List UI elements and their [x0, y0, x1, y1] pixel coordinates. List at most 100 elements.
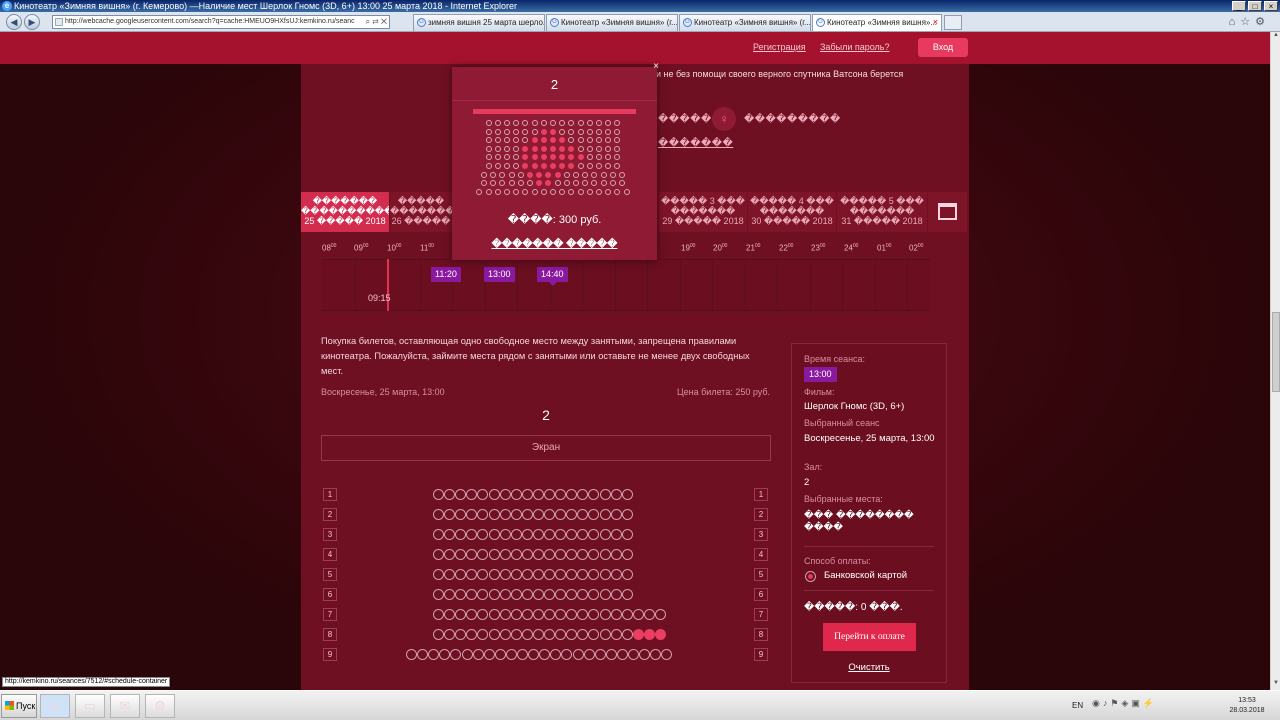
date-tab-active[interactable]: ������� ����������� 25 ����� 2018 — [301, 192, 389, 232]
seat-taken[interactable] — [655, 629, 666, 640]
seat[interactable] — [616, 649, 628, 660]
seat[interactable] — [621, 489, 633, 500]
seat[interactable] — [532, 629, 544, 640]
seat[interactable] — [544, 569, 555, 580]
forgot-password-link[interactable]: Забыли пароль? — [820, 42, 889, 52]
seat[interactable] — [621, 509, 633, 520]
seat[interactable] — [572, 649, 584, 660]
seat[interactable] — [499, 529, 511, 540]
seat[interactable] — [621, 549, 633, 560]
seat[interactable] — [510, 529, 522, 540]
seat[interactable] — [544, 589, 555, 600]
seat[interactable] — [510, 489, 522, 500]
seat[interactable] — [544, 489, 555, 500]
home-icon[interactable]: ⌂☆⚙ — [1229, 15, 1270, 28]
seat[interactable] — [610, 629, 622, 640]
seat[interactable] — [488, 529, 500, 540]
seat[interactable] — [521, 589, 533, 600]
seat[interactable] — [433, 609, 444, 620]
seat[interactable] — [521, 529, 533, 540]
start-button[interactable]: Пуск — [1, 694, 37, 718]
seat[interactable] — [621, 589, 633, 600]
close-icon[interactable]: × — [653, 61, 659, 72]
seat[interactable] — [499, 629, 511, 640]
seat[interactable] — [499, 489, 511, 500]
language-indicator[interactable]: EN — [1072, 701, 1083, 710]
seat[interactable] — [499, 549, 511, 560]
seat[interactable] — [610, 589, 622, 600]
seat[interactable] — [621, 529, 633, 540]
seat[interactable] — [544, 629, 555, 640]
clear-link[interactable]: Очистить — [792, 662, 946, 673]
scroll-up-icon[interactable]: ▲ — [1272, 32, 1280, 42]
outlook-icon[interactable]: ✉ — [110, 694, 140, 718]
seat[interactable] — [610, 509, 622, 520]
date-tab[interactable]: ����� 5 ��� ������� 31 ����� 2018 — [837, 192, 927, 232]
pay-button[interactable]: Перейти к оплате — [823, 623, 916, 651]
seat[interactable] — [532, 609, 544, 620]
seat[interactable] — [599, 549, 611, 560]
address-bar[interactable]: http://webcache.googleusercontent.com/se… — [52, 15, 390, 29]
seat[interactable] — [599, 509, 611, 520]
seat[interactable] — [499, 589, 511, 600]
register-link[interactable]: Регистрация — [753, 42, 806, 52]
seat[interactable] — [621, 629, 633, 640]
tools-icon[interactable]: ⚙ — [145, 694, 175, 718]
seat[interactable] — [472, 649, 484, 660]
seat[interactable] — [521, 489, 533, 500]
seat[interactable] — [532, 529, 544, 540]
seat[interactable] — [517, 649, 528, 660]
folder-icon[interactable]: ▭ — [75, 694, 105, 718]
seat[interactable] — [510, 589, 522, 600]
session-button[interactable]: 13:00 — [484, 267, 515, 282]
seat[interactable] — [521, 609, 533, 620]
seat[interactable] — [583, 649, 595, 660]
seat[interactable] — [599, 489, 611, 500]
date-tab[interactable]: ����� 3 ��� ������� 29 ����� 2018 — [659, 192, 747, 232]
seat[interactable] — [488, 629, 500, 640]
seat[interactable] — [632, 609, 644, 620]
seat[interactable] — [532, 489, 544, 500]
browser-tab[interactable]: Gзимняя вишня 25 марта шерло... — [413, 14, 545, 31]
session-button-selected[interactable]: 14:40 — [537, 267, 568, 286]
forward-icon[interactable]: ▶ — [24, 14, 40, 30]
seat[interactable] — [628, 649, 639, 660]
date-tab[interactable]: ����� ��������� 26 ����� — [390, 192, 452, 232]
browser-tab-active[interactable]: G Кинотеатр «Зимняя вишня»... × — [812, 14, 942, 31]
maximize-icon[interactable]: □ — [1248, 1, 1262, 11]
close-icon[interactable]: × — [1264, 1, 1278, 11]
seat[interactable] — [521, 549, 533, 560]
seat[interactable] — [483, 649, 495, 660]
seat[interactable] — [433, 629, 444, 640]
tray-icons[interactable]: ◉♪⚑◈▣⚡ — [1092, 698, 1157, 709]
tab-close-icon[interactable]: × — [933, 15, 938, 30]
seat[interactable] — [621, 609, 633, 620]
seat[interactable] — [599, 569, 611, 580]
payment-method[interactable]: Банковской картой — [824, 570, 907, 581]
vertical-scrollbar[interactable]: ▲ ▼ — [1270, 32, 1280, 690]
seat[interactable] — [406, 649, 417, 660]
seat[interactable] — [599, 529, 611, 540]
seat[interactable] — [488, 609, 500, 620]
search-icon[interactable]: ⌕ ⇄ ✕ — [366, 16, 387, 28]
seat[interactable] — [610, 569, 622, 580]
seat[interactable] — [510, 549, 522, 560]
seat[interactable] — [544, 509, 555, 520]
seat[interactable] — [433, 569, 444, 580]
internet-explorer-icon[interactable]: ℯ — [40, 694, 70, 718]
seat[interactable] — [433, 489, 444, 500]
seat[interactable] — [510, 609, 522, 620]
seat[interactable] — [488, 489, 500, 500]
scroll-thumb[interactable] — [1272, 312, 1280, 392]
seat[interactable] — [655, 609, 666, 620]
more-link[interactable]: ������� — [658, 138, 733, 149]
seat[interactable] — [599, 629, 611, 640]
seat[interactable] — [532, 569, 544, 580]
seat[interactable] — [461, 649, 473, 660]
seat[interactable] — [532, 549, 544, 560]
seat[interactable] — [544, 529, 555, 540]
seat[interactable] — [610, 489, 622, 500]
browser-tab[interactable]: G Кинотеатр «Зимняя вишня» (г.... — [679, 14, 811, 31]
seat[interactable] — [505, 649, 517, 660]
seat[interactable] — [610, 529, 622, 540]
